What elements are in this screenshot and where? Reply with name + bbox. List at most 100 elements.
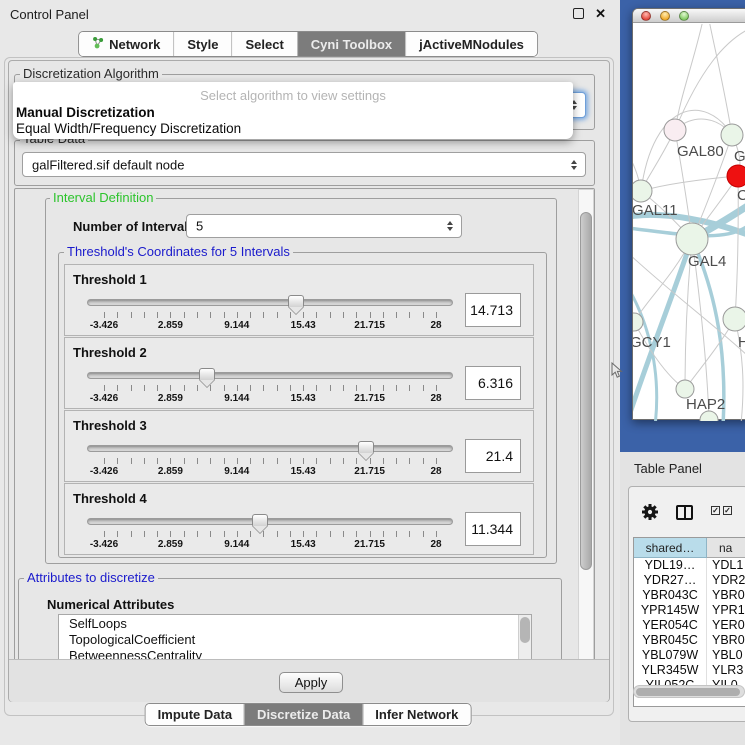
tab-jactivemnodules[interactable]: jActiveMNodules <box>405 32 537 56</box>
table-cell-shared-name: YDL19… <box>634 558 707 573</box>
network-canvas[interactable]: GAL80GACGAL11GAL4GCY1HHAP2 <box>633 24 745 421</box>
table-cell-shared-name: YLR345W <box>634 663 707 678</box>
slider-track[interactable] <box>87 299 453 306</box>
slider-track[interactable] <box>87 445 453 452</box>
zoom-light-icon[interactable] <box>679 11 689 21</box>
slider-tick-mark <box>356 531 357 537</box>
table-cell-name: YBR0 <box>707 633 745 648</box>
list-item-selfloops[interactable]: SelfLoops <box>59 616 531 631</box>
threshold-slider[interactable]: -3.4262.8599.14415.4321.71528 <box>87 368 453 408</box>
settings-gear-icon[interactable] <box>641 503 659 521</box>
table-row[interactable]: YDL19…YDL1 <box>634 558 745 573</box>
slider-tick-mark <box>224 385 225 391</box>
slider-tick-mark <box>423 458 424 464</box>
slider-tick-mark <box>423 312 424 318</box>
top-tab-bar: NetworkStyleSelectCyni ToolboxjActiveMNo… <box>78 31 538 57</box>
network-node-gal80[interactable] <box>664 119 686 141</box>
slider-tick-mark <box>303 458 304 464</box>
column-header-shared-name[interactable]: shared… <box>634 538 707 558</box>
slider-tick-mark <box>343 312 344 318</box>
slider-tick-mark <box>409 312 410 318</box>
right-panel: GAL80GACGAL11GAL4GCY1HHAP2 Table Panel ✓… <box>620 0 745 745</box>
select-columns-icon[interactable]: ✓ <box>711 506 720 515</box>
slider-tick-mark <box>170 531 171 537</box>
column-header-name[interactable]: na <box>707 538 745 558</box>
slider-tick-mark <box>237 458 238 464</box>
slider-tick-label: 28 <box>430 393 441 404</box>
close-icon[interactable]: ✕ <box>595 6 606 22</box>
main-scrollbar[interactable] <box>578 189 594 660</box>
threshold-slider[interactable]: -3.4262.8599.14415.4321.71528 <box>87 514 453 554</box>
network-node-gal11[interactable] <box>633 180 652 202</box>
threshold-value-input[interactable]: 21.4 <box>465 439 521 473</box>
slider-thumb[interactable] <box>288 295 304 307</box>
control-panel-title: Control Panel <box>10 7 89 22</box>
table-horizontal-scrollbar-thumb[interactable] <box>636 688 740 696</box>
threshold-label: Threshold 3 <box>73 418 147 433</box>
slider-tick-mark <box>197 385 198 391</box>
popup-option-manual-discretization[interactable]: Manual Discretization <box>16 105 155 120</box>
slider-tick-label: 2.859 <box>158 320 183 331</box>
slider-tick-mark <box>144 312 145 318</box>
table-row[interactable]: YBR045CYBR0 <box>634 633 745 648</box>
slider-tick-mark <box>370 312 371 318</box>
table-row[interactable]: YPR145WYPR1 <box>634 603 745 618</box>
slider-tick-mark <box>396 531 397 537</box>
table-row[interactable]: YLR345WYLR3 <box>634 663 745 678</box>
tab-discretize-data[interactable]: Discretize Data <box>244 704 362 725</box>
slider-tick-label: -3.426 <box>90 320 118 331</box>
slider-thumb[interactable] <box>199 368 215 380</box>
table-data-combobox[interactable]: galFiltered.sif default node <box>22 152 586 177</box>
slider-tick-mark <box>303 531 304 537</box>
slider-thumb[interactable] <box>252 514 268 526</box>
tab-style[interactable]: Style <box>173 32 231 56</box>
network-node-label: GAL80 <box>677 143 724 160</box>
popup-hint: Select algorithm to view settings <box>13 88 573 103</box>
slider-tick-mark <box>396 458 397 464</box>
threshold-value-input[interactable]: 6.316 <box>465 366 521 400</box>
number-of-intervals-combobox[interactable]: 5 <box>186 214 462 238</box>
popup-option-equal-width-frequency[interactable]: Equal Width/Frequency Discretization <box>16 121 241 136</box>
table-row[interactable]: YBL079WYBL0 <box>634 648 745 663</box>
float-window-icon[interactable] <box>573 8 584 19</box>
numerical-attributes-label: Numerical Attributes <box>47 597 174 612</box>
table-header-row: shared… na <box>634 538 745 558</box>
tab-cyni-toolbox[interactable]: Cyni Toolbox <box>297 32 405 56</box>
threshold-value-input[interactable]: 11.344 <box>465 512 521 546</box>
main-scrollbar-thumb[interactable] <box>580 212 592 570</box>
threshold-slider[interactable]: -3.4262.8599.14415.4321.71528 <box>87 295 453 335</box>
tab-network[interactable]: Network <box>79 32 173 56</box>
slider-track[interactable] <box>87 372 453 379</box>
slider-track[interactable] <box>87 518 453 525</box>
network-node-h[interactable] <box>723 307 745 331</box>
split-columns-icon[interactable] <box>676 505 693 520</box>
threshold-value-input[interactable]: 14.713 <box>465 293 521 327</box>
select-columns-icon[interactable]: ✓ <box>723 506 732 515</box>
slider-tick-mark <box>170 312 171 318</box>
slider-tick-mark <box>157 531 158 537</box>
slider-tick-mark <box>104 385 105 391</box>
threshold-slider[interactable]: -3.4262.8599.14415.4321.71528 <box>87 441 453 481</box>
list-scrollbar-thumb[interactable] <box>520 617 530 643</box>
close-light-icon[interactable] <box>641 11 651 21</box>
network-node-label: GA <box>734 148 745 165</box>
tab-infer-network[interactable]: Infer Network <box>362 704 470 725</box>
list-item-topologicalcoefficient[interactable]: TopologicalCoefficient <box>59 632 531 647</box>
table-horizontal-scrollbar[interactable] <box>633 685 745 698</box>
table-row[interactable]: YER054CYER0 <box>634 618 745 633</box>
network-node-gal4[interactable] <box>676 223 708 255</box>
table-row[interactable]: YDR27…YDR2 <box>634 573 745 588</box>
apply-button[interactable]: Apply <box>279 672 343 693</box>
tab-label: Infer Network <box>375 707 458 722</box>
tab-select[interactable]: Select <box>231 32 296 56</box>
network-node-c[interactable] <box>727 165 745 187</box>
table-row[interactable]: YBR043CYBR0 <box>634 588 745 603</box>
slider-tick-mark <box>184 312 185 318</box>
network-node-ga[interactable] <box>721 124 743 146</box>
slider-tick-mark <box>409 458 410 464</box>
algorithm-group-label: Discretization Algorithm <box>20 67 162 81</box>
table-cell-name: YER0 <box>707 618 745 633</box>
minimize-light-icon[interactable] <box>660 11 670 21</box>
tab-impute-data[interactable]: Impute Data <box>146 704 244 725</box>
slider-thumb[interactable] <box>358 441 374 453</box>
